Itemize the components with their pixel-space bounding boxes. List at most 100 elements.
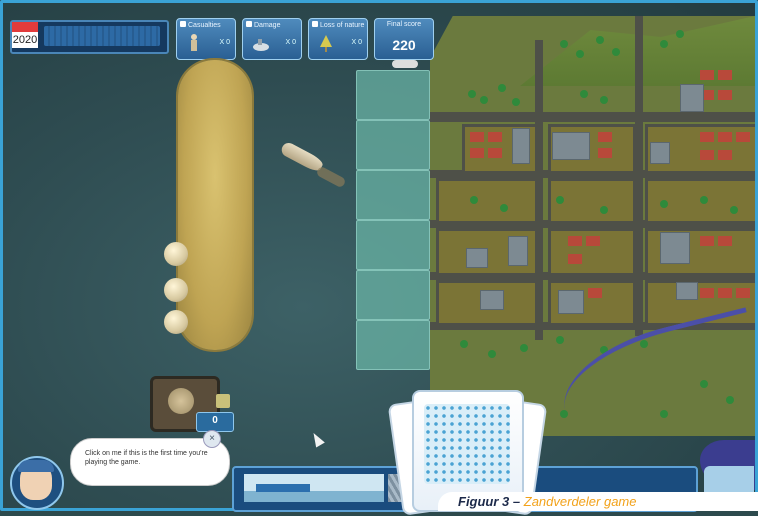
house bbox=[568, 254, 582, 264]
nature-icon bbox=[317, 33, 335, 53]
checkbox-icon[interactable] bbox=[246, 21, 252, 27]
tree bbox=[470, 196, 478, 204]
tree bbox=[580, 90, 588, 98]
tree bbox=[556, 336, 564, 344]
house bbox=[488, 132, 502, 142]
checkbox-icon[interactable] bbox=[312, 21, 318, 27]
final-score-label: Final score bbox=[386, 21, 422, 28]
sand-boulder[interactable] bbox=[164, 278, 188, 302]
tree bbox=[480, 96, 488, 104]
close-icon[interactable]: × bbox=[203, 430, 221, 448]
placement-tile[interactable] bbox=[356, 70, 430, 120]
guide-avatar[interactable] bbox=[10, 456, 64, 510]
small-ship[interactable] bbox=[392, 60, 418, 68]
cap-icon bbox=[18, 460, 54, 472]
caption-text: Figuur 3 – Zandverdeler game bbox=[458, 494, 636, 509]
dredger-wheel-icon bbox=[168, 388, 194, 414]
building bbox=[650, 142, 670, 164]
house bbox=[718, 70, 732, 80]
building bbox=[480, 290, 504, 310]
building bbox=[512, 128, 530, 164]
dredger-counter: 0 bbox=[196, 412, 234, 432]
house bbox=[488, 148, 502, 158]
casualties-value: X 0 bbox=[219, 39, 230, 46]
building bbox=[680, 84, 704, 112]
house bbox=[598, 148, 612, 158]
final-score-panel: Final score 220 bbox=[374, 18, 434, 60]
road bbox=[430, 112, 755, 122]
house bbox=[470, 148, 484, 158]
house bbox=[598, 132, 612, 142]
building bbox=[660, 232, 690, 264]
house bbox=[470, 132, 484, 142]
building bbox=[558, 290, 584, 314]
house bbox=[568, 236, 582, 246]
casualties-counter[interactable]: Casualties X 0 bbox=[176, 18, 236, 60]
city-block[interactable] bbox=[436, 178, 538, 224]
sand-boulder[interactable] bbox=[164, 310, 188, 334]
house bbox=[718, 90, 732, 100]
road bbox=[635, 16, 643, 336]
sand-icon bbox=[216, 394, 230, 408]
placement-tile[interactable] bbox=[356, 120, 430, 170]
building bbox=[508, 236, 528, 266]
house bbox=[700, 288, 714, 298]
casualties-label: Casualties bbox=[188, 22, 221, 29]
house bbox=[700, 70, 714, 80]
tree bbox=[520, 344, 528, 352]
tree bbox=[600, 206, 608, 214]
tree bbox=[676, 30, 684, 38]
tree bbox=[488, 350, 496, 358]
house bbox=[700, 236, 714, 246]
tree bbox=[468, 90, 476, 98]
year-flag bbox=[12, 22, 38, 32]
tree bbox=[498, 84, 506, 92]
dredger-count: 0 bbox=[212, 415, 218, 426]
house bbox=[586, 236, 600, 246]
final-score-value: 220 bbox=[392, 37, 416, 53]
tree bbox=[730, 206, 738, 214]
damage-counter[interactable]: Damage X 0 bbox=[242, 18, 302, 60]
person-icon bbox=[185, 33, 203, 53]
figure-caption: Figuur 3 – Zandverdeler game bbox=[438, 492, 758, 511]
building bbox=[552, 132, 590, 160]
tree bbox=[460, 340, 468, 348]
checkbox-icon[interactable] bbox=[180, 21, 186, 27]
house bbox=[588, 288, 602, 298]
house bbox=[736, 288, 750, 298]
placement-tile[interactable] bbox=[356, 220, 430, 270]
house bbox=[718, 288, 732, 298]
placement-tile[interactable] bbox=[356, 320, 430, 370]
tree bbox=[700, 196, 708, 204]
loss-of-nature-value: X 0 bbox=[351, 39, 362, 46]
damage-icon bbox=[251, 33, 269, 53]
tree bbox=[576, 50, 584, 58]
sand-boulder[interactable] bbox=[164, 242, 188, 266]
house bbox=[718, 150, 732, 160]
tree bbox=[660, 200, 668, 208]
tutorial-message: Click on me if this is the first time yo… bbox=[85, 450, 208, 466]
tree bbox=[512, 98, 520, 106]
caption-title: Zandverdeler game bbox=[523, 494, 637, 509]
house bbox=[700, 132, 714, 142]
year-progress-bar bbox=[44, 26, 160, 46]
loss-of-nature-counter[interactable]: Loss of nature X 0 bbox=[308, 18, 368, 60]
rain-pattern-icon bbox=[424, 404, 510, 484]
placement-tile[interactable] bbox=[356, 270, 430, 320]
caption-prefix: Figuur 3 – bbox=[458, 494, 521, 509]
tree bbox=[500, 204, 508, 212]
house bbox=[718, 132, 732, 142]
measure-thumbnail-ship[interactable] bbox=[244, 474, 384, 502]
sand-bar[interactable] bbox=[178, 60, 252, 350]
ship-icon bbox=[256, 484, 310, 492]
tree bbox=[612, 48, 620, 56]
damage-value: X 0 bbox=[285, 39, 296, 46]
house bbox=[736, 132, 750, 142]
year-label: 2020 bbox=[12, 32, 38, 48]
tree bbox=[600, 96, 608, 104]
tree bbox=[560, 40, 568, 48]
tree bbox=[660, 40, 668, 48]
placement-tile[interactable] bbox=[356, 170, 430, 220]
damage-label: Damage bbox=[254, 22, 281, 29]
tree bbox=[596, 36, 604, 44]
